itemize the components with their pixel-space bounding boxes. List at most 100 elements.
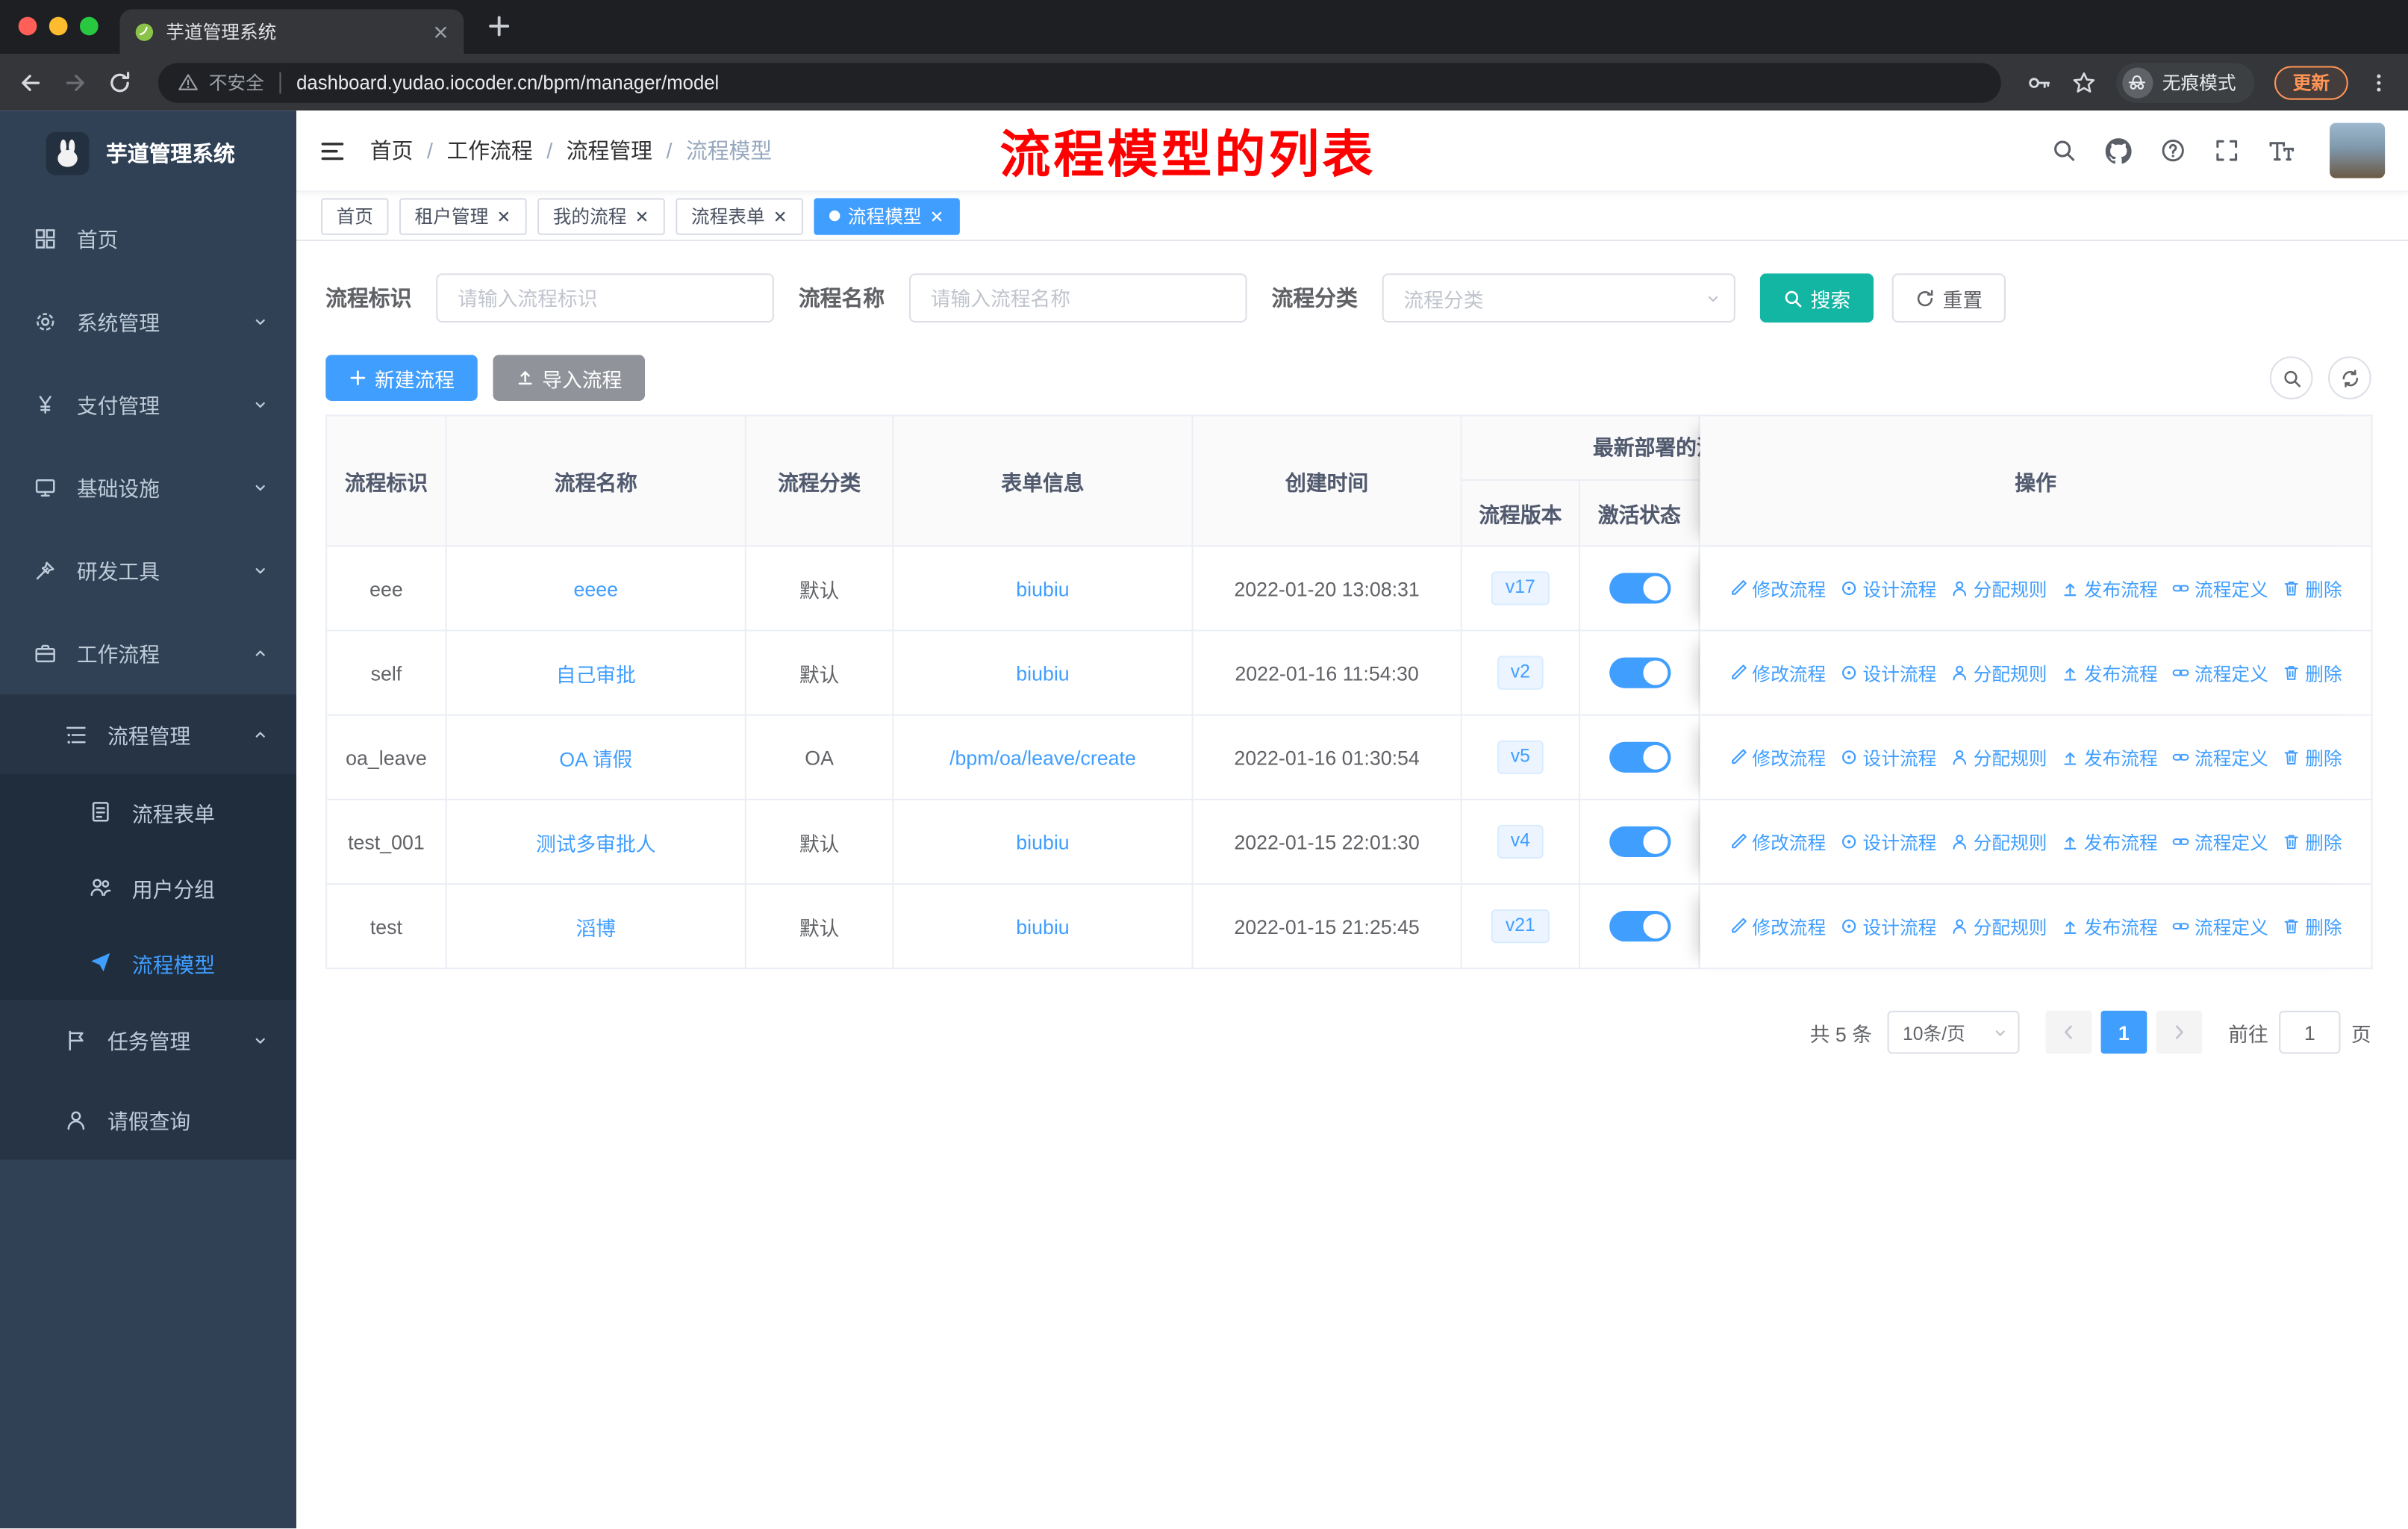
minimize-window-button[interactable] [49,16,68,36]
active-toggle[interactable] [1609,741,1671,773]
tag-my-process[interactable]: 我的流程 [537,197,665,234]
tag-process-model[interactable]: 流程模型 [814,197,961,234]
breadcrumb-item[interactable]: 工作流程 [446,135,532,166]
sidebar-item-user-group[interactable]: 用户分组 [0,850,296,925]
page-size-select[interactable]: 10条/页 [1887,1010,2020,1054]
breadcrumb-item[interactable]: 首页 [370,135,414,166]
new-tab-button[interactable] [484,10,514,49]
action-publish-process[interactable]: 发布流程 [2061,575,2158,601]
sidebar-item-task-management[interactable]: 任务管理 [0,1000,296,1080]
tag-process-form[interactable]: 流程表单 [676,197,804,234]
process-name-link[interactable]: 测试多审批人 [536,832,656,855]
action-design-process[interactable]: 设计流程 [1840,575,1936,601]
sidebar-item-dev-tools[interactable]: 研发工具 [0,529,296,611]
action-publish-process[interactable]: 发布流程 [2061,913,2158,939]
action-process-definition[interactable]: 流程定义 [2171,575,2268,601]
search-icon[interactable] [2052,138,2077,163]
active-toggle[interactable] [1609,911,1671,942]
tag-home[interactable]: 首页 [320,197,389,234]
prev-page-button[interactable] [2045,1010,2092,1054]
browser-tab[interactable]: 芋道管理系统 [119,9,464,55]
form-info-link[interactable]: biubiu [1016,830,1069,853]
github-icon[interactable] [2105,137,2132,164]
action-design-process[interactable]: 设计流程 [1840,829,1936,855]
sidebar-item-workflow[interactable]: 工作流程 [0,611,296,694]
action-delete-process[interactable]: 删除 [2282,913,2342,939]
process-id-input[interactable] [436,273,774,323]
action-delete-process[interactable]: 删除 [2282,575,2342,601]
forward-button[interactable] [63,70,87,95]
active-toggle[interactable] [1609,657,1671,688]
sidebar-item-system[interactable]: 系统管理 [0,279,296,362]
reset-button[interactable]: 重置 [1891,273,2006,323]
breadcrumb-item[interactable]: 流程管理 [567,135,652,166]
tab-close-icon[interactable] [431,22,450,41]
close-window-button[interactable] [18,16,37,36]
sidebar-item-payment[interactable]: 支付管理 [0,363,296,446]
sidebar-item-process-model[interactable]: 流程模型 [0,925,296,1000]
create-process-button[interactable]: 新建流程 [325,355,478,401]
action-process-definition[interactable]: 流程定义 [2171,829,2268,855]
action-assign-rule[interactable]: 分配规则 [1950,660,2047,686]
update-button[interactable]: 更新 [2274,65,2348,99]
goto-page-input[interactable] [2279,1010,2341,1054]
action-publish-process[interactable]: 发布流程 [2061,829,2158,855]
process-name-input[interactable] [908,273,1247,323]
action-edit-process[interactable]: 修改流程 [1729,575,1826,601]
sidebar-logo[interactable]: 芋道管理系统 [0,110,296,196]
security-label[interactable]: 不安全 [209,69,264,96]
toggle-search-button[interactable] [2269,356,2313,399]
action-design-process[interactable]: 设计流程 [1840,913,1936,939]
action-process-definition[interactable]: 流程定义 [2171,913,2268,939]
action-design-process[interactable]: 设计流程 [1840,660,1936,686]
url-bar[interactable]: 不安全 dashboard.yudao.iocoder.cn/bpm/manag… [157,62,2001,102]
action-assign-rule[interactable]: 分配规则 [1950,913,2047,939]
action-design-process[interactable]: 设计流程 [1840,744,1936,770]
zoom-window-button[interactable] [79,16,99,36]
sidebar-item-leave-query[interactable]: 请假查询 [0,1080,296,1159]
next-page-button[interactable] [2156,1010,2203,1054]
process-name-link[interactable]: 滔博 [576,916,616,939]
sidebar-item-infrastructure[interactable]: 基础设施 [0,446,296,529]
incognito-badge[interactable]: 无痕模式 [2116,62,2255,102]
active-toggle[interactable] [1609,573,1671,604]
process-name-link[interactable]: OA 请假 [559,747,632,770]
action-process-definition[interactable]: 流程定义 [2171,660,2268,686]
process-name-link[interactable]: eeee [574,577,619,600]
sidebar-item-home[interactable]: 首页 [0,196,296,279]
action-delete-process[interactable]: 删除 [2282,829,2342,855]
user-avatar[interactable] [2330,122,2386,178]
action-edit-process[interactable]: 修改流程 [1729,660,1826,686]
import-process-button[interactable]: 导入流程 [493,355,646,401]
action-assign-rule[interactable]: 分配规则 [1950,744,2047,770]
active-toggle[interactable] [1609,826,1671,858]
form-info-link[interactable]: biubiu [1016,915,1069,938]
refresh-table-button[interactable] [2328,356,2371,399]
hamburger-icon[interactable] [319,137,346,164]
password-key-icon[interactable] [2027,70,2052,95]
page-number-button[interactable]: 1 [2100,1010,2147,1054]
fullscreen-icon[interactable] [2215,138,2239,163]
bookmark-star-icon[interactable] [2071,70,2096,95]
close-icon[interactable] [496,208,512,224]
action-assign-rule[interactable]: 分配规则 [1950,829,2047,855]
action-process-definition[interactable]: 流程定义 [2171,744,2268,770]
tag-tenant[interactable]: 租户管理 [399,197,527,234]
action-edit-process[interactable]: 修改流程 [1729,744,1826,770]
action-edit-process[interactable]: 修改流程 [1729,829,1826,855]
reload-button[interactable] [107,70,132,95]
action-delete-process[interactable]: 删除 [2282,744,2342,770]
close-icon[interactable] [634,208,650,224]
help-icon[interactable] [2161,138,2186,163]
search-button[interactable]: 搜索 [1759,273,1874,323]
close-icon[interactable] [773,208,788,224]
process-category-select[interactable]: 流程分类 [1382,273,1735,323]
action-assign-rule[interactable]: 分配规则 [1950,575,2047,601]
font-size-icon[interactable] [2268,137,2295,164]
close-icon[interactable] [929,208,945,224]
browser-menu-icon[interactable] [2368,72,2390,93]
form-info-link[interactable]: biubiu [1016,577,1069,600]
action-edit-process[interactable]: 修改流程 [1729,913,1826,939]
process-name-link[interactable]: 自己审批 [556,663,636,686]
action-publish-process[interactable]: 发布流程 [2061,660,2158,686]
